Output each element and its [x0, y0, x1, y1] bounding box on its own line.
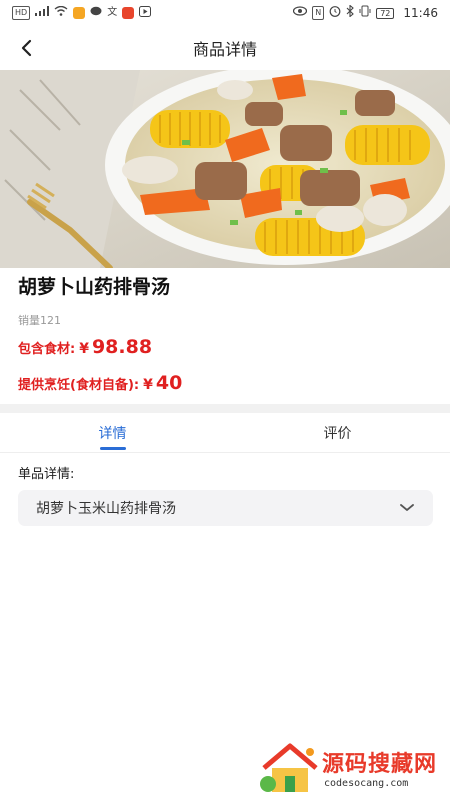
app-header: 商品详情	[0, 26, 450, 70]
hd-icon: HD	[12, 6, 31, 20]
watermark-url: codesocang.com	[324, 778, 409, 789]
bluetooth-icon	[346, 4, 355, 21]
chevron-down-icon	[400, 504, 414, 511]
item-detail-dropdown[interactable]: 胡萝卜玉米山药排骨汤	[18, 490, 433, 526]
tab-bar: 详情 评价	[0, 413, 450, 453]
page-title: 商品详情	[192, 40, 257, 59]
detail-section-label: 单品详情:	[18, 467, 75, 482]
tab-details-label: 详情	[98, 425, 127, 442]
dropdown-selected-value: 胡萝卜玉米山药排骨汤	[36, 501, 176, 517]
price-cooking-only: 提供烹饪(食材自备): ¥ 40	[18, 372, 182, 394]
nfc-icon: N	[312, 6, 325, 20]
section-divider	[0, 404, 450, 413]
tab-active-indicator	[99, 447, 126, 450]
status-time: 11:46	[403, 6, 438, 20]
status-bar: HD 文 N 72 11:46	[0, 0, 450, 26]
tab-reviews[interactable]: 评价	[225, 413, 450, 452]
translate-icon: 文	[107, 7, 118, 18]
status-left: HD 文	[12, 5, 152, 21]
back-button[interactable]	[12, 34, 40, 62]
sales-count: 销量121	[18, 312, 61, 328]
chevron-left-icon	[21, 39, 32, 57]
price-label: 包含食材:	[18, 342, 76, 357]
vibrate-icon	[359, 5, 371, 21]
chat-icon	[90, 6, 102, 21]
watermark: 源码搜藏网 codesocang.com	[258, 738, 444, 798]
wifi-icon	[54, 5, 68, 20]
status-right: N 72 11:46	[293, 4, 438, 21]
eye-icon	[293, 6, 308, 20]
product-image	[0, 70, 450, 268]
sales-label: 销量	[18, 314, 40, 327]
price-value: 98.88	[91, 336, 153, 358]
price-with-ingredients: 包含食材: ¥ 98.88	[18, 336, 152, 358]
currency-symbol: ¥	[79, 341, 89, 357]
alarm-icon	[329, 5, 341, 21]
cook-price-value: 40	[155, 372, 183, 394]
video-icon	[139, 5, 152, 21]
cook-price-label: 提供烹饪(食材自备):	[18, 378, 140, 393]
house-logo-icon	[260, 743, 318, 792]
watermark-text: 源码搜藏网	[322, 752, 438, 777]
tab-reviews-label: 评价	[323, 425, 352, 442]
signal-icon	[35, 6, 50, 20]
tab-details[interactable]: 详情	[0, 413, 225, 452]
app-icon	[73, 7, 86, 19]
sales-value: 121	[40, 314, 61, 327]
battery-indicator: 72	[376, 7, 395, 19]
send-icon	[122, 7, 135, 19]
currency-symbol: ¥	[143, 377, 153, 393]
product-name: 胡萝卜山药排骨汤	[18, 276, 171, 298]
